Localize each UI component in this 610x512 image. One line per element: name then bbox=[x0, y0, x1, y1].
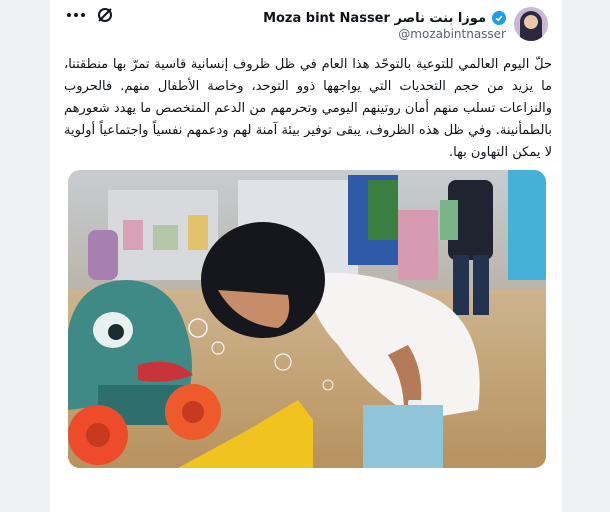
tweet-card: Moza bint Nasser موزا بنت ناصر @mozabint… bbox=[50, 0, 562, 512]
author-handle[interactable]: @mozabintnasser bbox=[398, 27, 506, 41]
tweet-text: حلّ اليوم العالمي للتوعية بالتوحّد هذا ا… bbox=[64, 57, 552, 160]
author-display-name[interactable]: Moza bint Nasser موزا بنت ناصر bbox=[263, 11, 486, 26]
author-name-row[interactable]: Moza bint Nasser موزا بنت ناصر bbox=[263, 9, 506, 27]
verified-badge-icon bbox=[492, 11, 506, 25]
photo-boy-blowing-bubbles bbox=[68, 170, 546, 468]
tweet-header: Moza bint Nasser موزا بنت ناصر @mozabint… bbox=[50, 0, 562, 46]
more-options-icon[interactable] bbox=[66, 8, 88, 22]
author-avatar[interactable] bbox=[514, 7, 548, 41]
grok-icon[interactable] bbox=[96, 6, 114, 24]
tweet-photo[interactable] bbox=[68, 170, 546, 468]
